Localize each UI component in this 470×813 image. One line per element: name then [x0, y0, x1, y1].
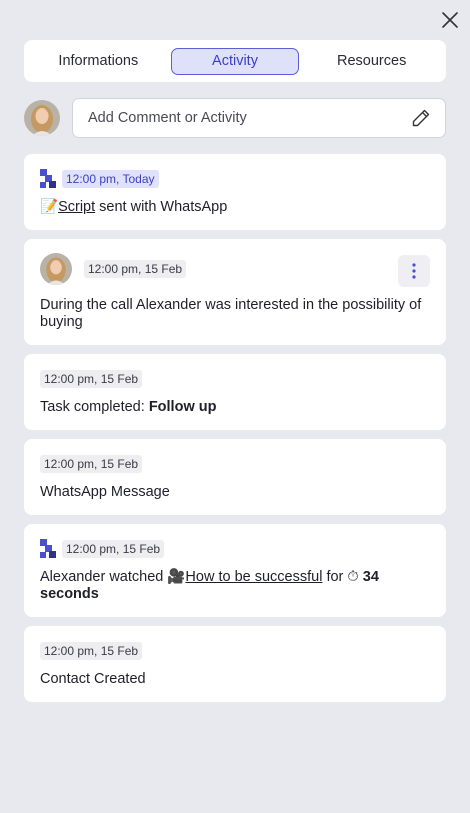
script-link[interactable]: Script: [58, 199, 95, 215]
activity-item-note: 12:00 pm, 15 Feb During the call Alexand…: [24, 239, 446, 345]
tab-activity[interactable]: Activity: [171, 47, 299, 75]
brand-logo-icon: [40, 169, 56, 188]
pencil-icon[interactable]: [411, 108, 431, 128]
task-name: Follow up: [148, 399, 217, 415]
activity-item: 12:00 pm, 15 Feb Task completed: Follow …: [24, 354, 446, 430]
memo-icon: 📝: [40, 199, 59, 215]
activity-item: 12:00 pm, 15 Feb Contact Created: [24, 626, 446, 702]
comment-composer: [24, 98, 446, 138]
activity-item: 12:00 pm, 15 Feb Alexander watched 🎥How …: [24, 524, 446, 617]
activity-feed: 12:00 pm, Today 📝Script sent with WhatsA…: [24, 154, 446, 711]
comment-input[interactable]: [72, 98, 446, 138]
timestamp: 12:00 pm, 15 Feb: [40, 370, 143, 388]
video-link[interactable]: How to be successful: [185, 569, 322, 585]
timestamp: 12:00 pm, 15 Feb: [84, 260, 187, 278]
avatar: [24, 100, 60, 136]
close-icon[interactable]: [440, 10, 460, 30]
note-text: During the call Alexander was interested…: [40, 297, 422, 330]
timestamp: 12:00 pm, 15 Feb: [40, 642, 143, 660]
timestamp: 12:00 pm, 15 Feb: [40, 455, 143, 473]
activity-text: Contact Created: [40, 671, 146, 687]
activity-text: WhatsApp Message: [40, 484, 170, 500]
tab-bar: Informations Activity Resources: [24, 40, 446, 82]
timestamp: 12:00 pm, 15 Feb: [62, 540, 165, 558]
tab-resources[interactable]: Resources: [308, 48, 436, 75]
brand-logo-icon: [40, 539, 56, 558]
avatar: [40, 253, 72, 285]
activity-text: Task completed:: [40, 399, 145, 415]
stopwatch-icon: ⏱: [347, 569, 359, 585]
activity-text: sent with WhatsApp: [99, 199, 228, 215]
activity-text: Alexander watched: [40, 569, 164, 585]
tab-informations[interactable]: Informations: [34, 48, 162, 75]
video-camera-icon: 🎥: [167, 569, 186, 585]
comment-field[interactable]: [88, 110, 411, 126]
activity-panel: Informations Activity Resources Add Comm…: [0, 0, 470, 813]
activity-item: 12:00 pm, 15 Feb WhatsApp Message: [24, 439, 446, 515]
more-vertical-icon[interactable]: [398, 255, 430, 287]
activity-text: for: [326, 569, 344, 585]
activity-item: 12:00 pm, Today 📝Script sent with WhatsA…: [24, 154, 446, 230]
timestamp: 12:00 pm, Today: [62, 170, 159, 188]
